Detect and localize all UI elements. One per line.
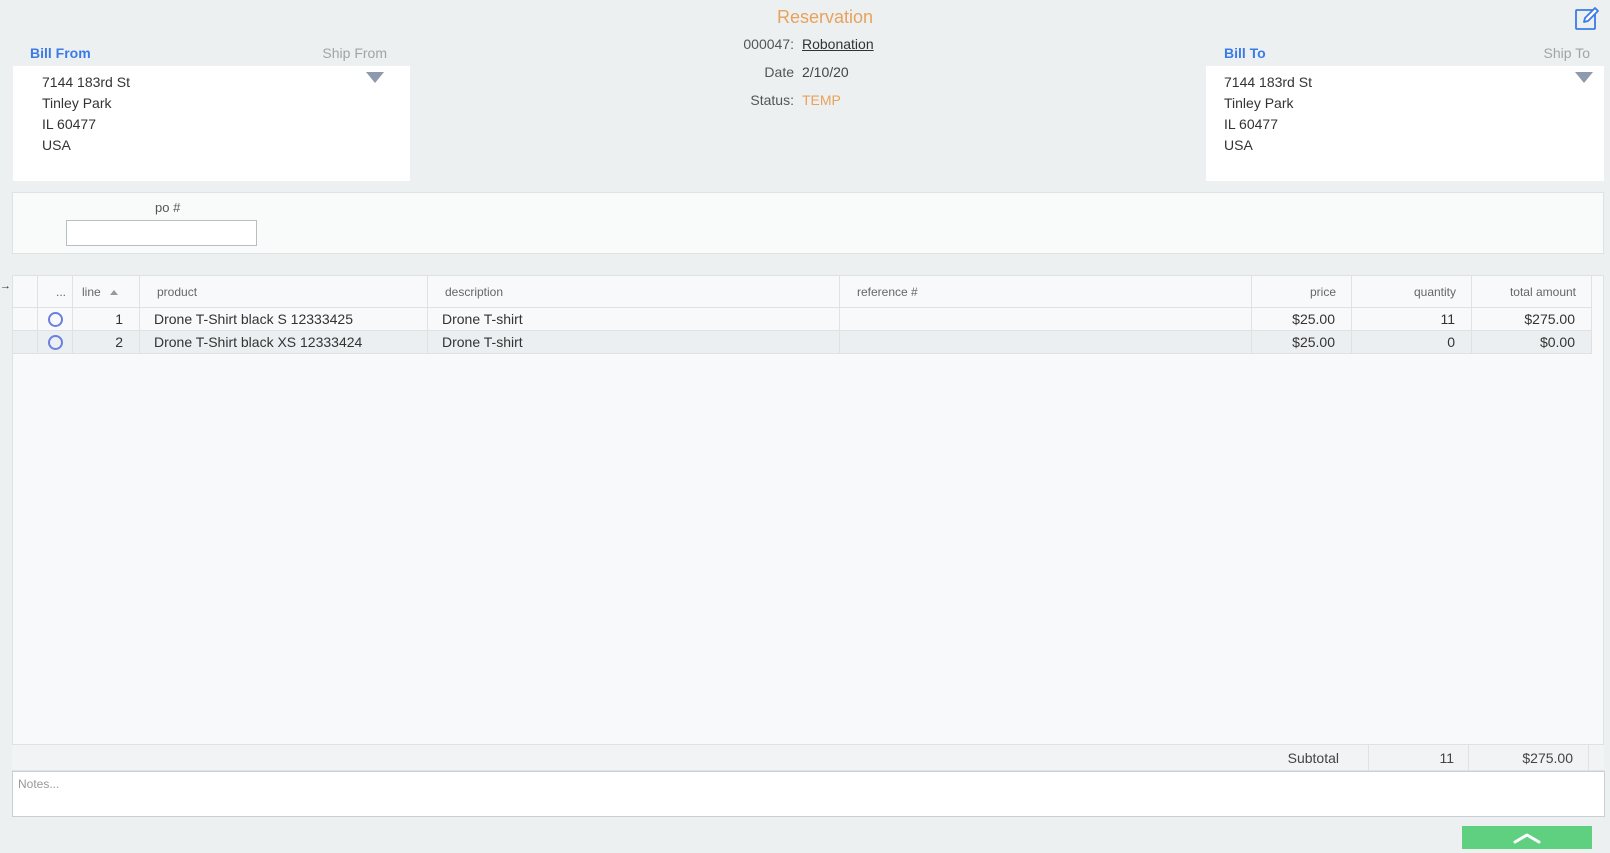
cell-line: 2 bbox=[73, 331, 140, 354]
row-selector[interactable] bbox=[13, 308, 38, 331]
bill-from-tab[interactable]: Bill From bbox=[30, 45, 91, 61]
ship-from-tab[interactable]: Ship From bbox=[300, 45, 387, 61]
cell-quantity[interactable]: 11 bbox=[1352, 308, 1472, 331]
po-input[interactable] bbox=[66, 220, 257, 246]
edit-icon[interactable] bbox=[1574, 6, 1600, 32]
cell-product[interactable]: Drone T-Shirt black S 12333425 bbox=[140, 308, 428, 331]
collapse-button[interactable] bbox=[1462, 826, 1592, 849]
subtotal-bar: Subtotal 11 $275.00 bbox=[12, 744, 1604, 771]
subtotal-total: $275.00 bbox=[1469, 745, 1589, 771]
notes-field[interactable] bbox=[12, 771, 1605, 817]
po-panel: po # bbox=[12, 192, 1604, 254]
order-number-label: 000047: bbox=[743, 36, 794, 52]
column-header-line-label: line bbox=[82, 285, 101, 299]
subtotal-label: Subtotal bbox=[1287, 750, 1339, 766]
cell-product[interactable]: Drone T-Shirt black XS 12333424 bbox=[140, 331, 428, 354]
status-row: Status: TEMP bbox=[700, 92, 880, 110]
row-radio-cell[interactable] bbox=[38, 331, 73, 354]
cell-quantity[interactable]: 0 bbox=[1352, 331, 1472, 354]
grid-resize-handle-icon[interactable]: → bbox=[0, 281, 12, 292]
bill-from-address-box: 7144 183rd St Tinley Park IL 60477 USA bbox=[13, 66, 410, 181]
date-value: 2/10/20 bbox=[802, 64, 849, 80]
bill-to-line-4: USA bbox=[1224, 137, 1253, 153]
bill-from-dropdown-icon[interactable] bbox=[366, 72, 384, 83]
row-selector[interactable] bbox=[13, 331, 38, 354]
row-radio-cell[interactable] bbox=[38, 308, 73, 331]
cell-line: 1 bbox=[73, 308, 140, 331]
ship-to-tab[interactable]: Ship To bbox=[1480, 45, 1590, 61]
sort-asc-icon bbox=[110, 290, 119, 296]
cell-description[interactable]: Drone T-shirt bbox=[428, 331, 840, 354]
column-header-product[interactable]: product bbox=[140, 276, 428, 308]
po-label: po # bbox=[155, 200, 181, 215]
status-value: TEMP bbox=[802, 92, 841, 108]
line-items-grid: ... line product description reference #… bbox=[12, 275, 1604, 771]
bill-to-address-box: 7144 183rd St Tinley Park IL 60477 USA bbox=[1206, 66, 1604, 181]
column-header-total[interactable]: total amount bbox=[1472, 276, 1592, 308]
order-number-row: 000047: Robonation bbox=[700, 36, 880, 54]
page-title: Reservation bbox=[776, 7, 874, 27]
cell-reference[interactable] bbox=[840, 331, 1252, 354]
bill-to-dropdown-icon[interactable] bbox=[1575, 72, 1593, 83]
date-label: Date bbox=[764, 64, 794, 80]
bill-from-line-2: Tinley Park bbox=[42, 95, 112, 111]
date-row: Date 2/10/20 bbox=[700, 64, 880, 82]
cell-description[interactable]: Drone T-shirt bbox=[428, 308, 840, 331]
bill-from-line-3: IL 60477 bbox=[42, 116, 96, 132]
subtotal-quantity: 11 bbox=[1368, 745, 1469, 771]
cell-reference[interactable] bbox=[840, 308, 1252, 331]
status-label: Status: bbox=[750, 92, 794, 108]
row-selector-header bbox=[13, 276, 38, 308]
cell-total: $275.00 bbox=[1472, 308, 1592, 331]
chevron-up-icon bbox=[1513, 833, 1541, 844]
bill-to-line-1: 7144 183rd St bbox=[1224, 74, 1312, 90]
bill-from-line-4: USA bbox=[42, 137, 71, 153]
row-radio-button[interactable] bbox=[48, 335, 63, 350]
column-header-quantity[interactable]: quantity bbox=[1352, 276, 1472, 308]
cell-price[interactable]: $25.00 bbox=[1252, 331, 1352, 354]
bill-to-tab[interactable]: Bill To bbox=[1224, 45, 1266, 61]
bill-from-line-1: 7144 183rd St bbox=[42, 74, 130, 90]
row-radio-button[interactable] bbox=[48, 312, 63, 327]
column-header-reference[interactable]: reference # bbox=[840, 276, 1252, 308]
column-header-description[interactable]: description bbox=[428, 276, 840, 308]
bill-to-line-3: IL 60477 bbox=[1224, 116, 1278, 132]
cell-price[interactable]: $25.00 bbox=[1252, 308, 1352, 331]
customer-link[interactable]: Robonation bbox=[802, 36, 874, 52]
column-header-price[interactable]: price bbox=[1252, 276, 1352, 308]
bill-to-line-2: Tinley Park bbox=[1224, 95, 1294, 111]
cell-total: $0.00 bbox=[1472, 331, 1592, 354]
column-menu-header[interactable]: ... bbox=[38, 276, 73, 308]
column-header-line[interactable]: line bbox=[73, 276, 140, 308]
